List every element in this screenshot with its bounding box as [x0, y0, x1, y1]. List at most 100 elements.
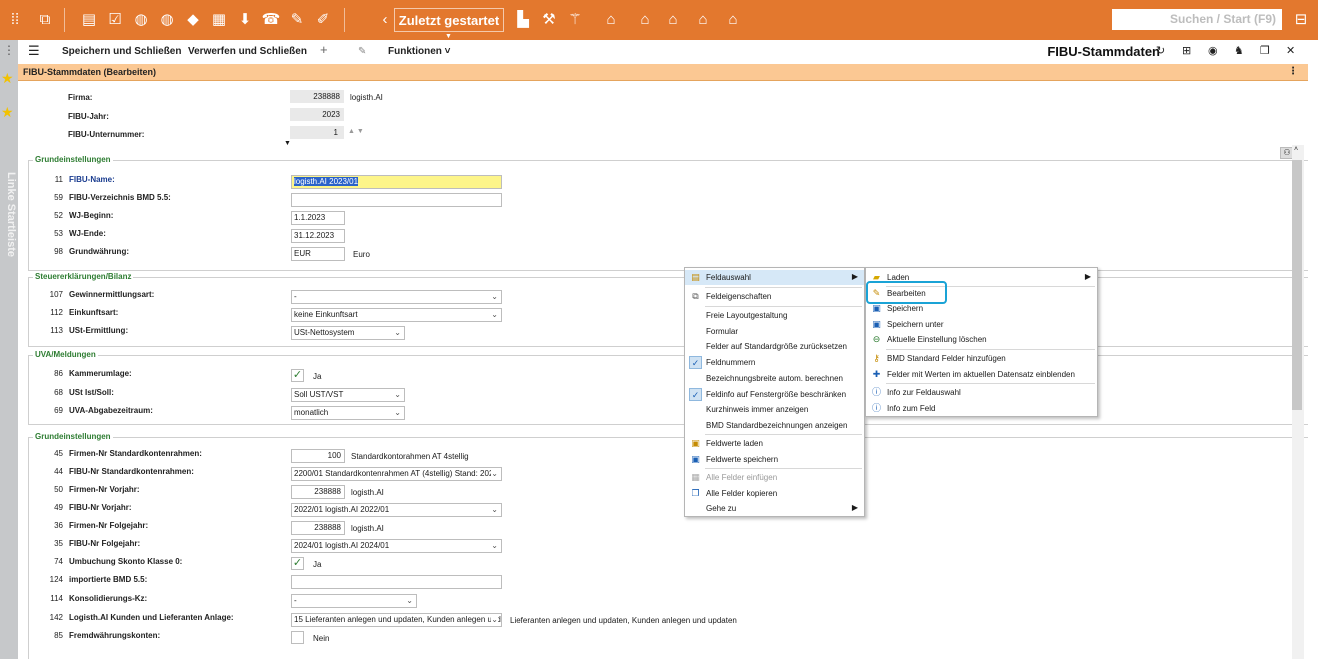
fibu-verzeichnis-input[interactable]	[291, 193, 502, 207]
globe-icon[interactable]: ◍	[130, 8, 152, 30]
chevron-down-icon: ⌄	[491, 614, 498, 626]
menu-item-kurzhinweis[interactable]: Kurzhinweis immer anzeigen	[685, 402, 864, 417]
kammerumlage-checkbox[interactable]: ✓	[291, 369, 304, 382]
menu-item-feldeigenschaften[interactable]: ⧉ Feldeigenschaften	[685, 289, 864, 304]
save-as-icon: ▣	[872, 319, 881, 329]
menu-item-bmd-standardbezeichnungen[interactable]: BMD Standardbezeichnungen anzeigen	[685, 418, 864, 433]
building-2-icon[interactable]: ⌂	[634, 8, 656, 30]
cube-icon[interactable]: ◆	[182, 8, 204, 30]
bug-icon[interactable]: ♞	[1234, 44, 1244, 57]
close-icon[interactable]: ✕	[1286, 44, 1295, 57]
menu-item-feldinfo-beschraenken[interactable]: ✓ Feldinfo auf Fenstergröße beschränken	[685, 387, 864, 402]
menu-item-freie-layoutgestaltung[interactable]: Freie Layoutgestaltung	[685, 308, 864, 323]
apps-grid-icon[interactable]: ⁞⁞	[4, 8, 26, 30]
target-icon[interactable]: ◉	[1208, 44, 1218, 57]
menu-item-feldwerte-speichern[interactable]: ▣ Feldwerte speichern	[685, 452, 864, 467]
fibu-nr-folgejahr-select[interactable]: 2024/01 logisth.AI 2024/01 ⌄	[291, 539, 502, 553]
left-start-bar-label[interactable]: Linke Startleiste	[1, 172, 17, 257]
checklist-icon[interactable]: ☑	[104, 8, 126, 30]
grip-icon[interactable]: ⋮	[3, 43, 15, 57]
menu-item-alle-felder-kopieren[interactable]: ❐ Alle Felder kopieren	[685, 486, 864, 501]
konsolidierungs-kz-select[interactable]: - ⌄	[291, 594, 417, 608]
menu-item-feldnummern[interactable]: ✓ Feldnummern	[685, 355, 864, 370]
stepper-icon[interactable]: ▲ ▼	[348, 128, 364, 135]
fibu-name-input[interactable]: logisth.AI 2023/01	[291, 175, 502, 189]
menu-item-info-feld[interactable]: ⓘ Info zum Feld	[866, 401, 1097, 416]
phone-icon[interactable]: ☎	[260, 8, 282, 30]
building-3-icon[interactable]: ⌂	[662, 8, 684, 30]
menu-item-bmd-standard-felder[interactable]: ⚷ BMD Standard Felder hinzufügen	[866, 351, 1097, 366]
chart-icon[interactable]: ▙	[512, 8, 534, 30]
functions-menu-button[interactable]: Funktionen ˅	[388, 46, 451, 57]
fremdwaehrungskonten-checkbox[interactable]	[291, 631, 304, 644]
einkunftsart-select[interactable]: keine Einkunftsart ⌄	[291, 308, 502, 322]
add-fields-icon: ✚	[872, 369, 881, 379]
fibu-nr-vorjahr-select[interactable]: 2022/01 logisth.AI 2022/01 ⌄	[291, 503, 502, 517]
highlight-box	[866, 281, 947, 304]
menu-item-alle-felder-einfuegen[interactable]: ▦ Alle Felder einfügen	[685, 470, 864, 485]
menu-item-einstellung-loeschen[interactable]: ⊖ Aktuelle Einstellung löschen	[866, 332, 1097, 347]
menu-item-felder-mit-werten[interactable]: ✚ Felder mit Werten im aktuellen Datensat…	[866, 367, 1097, 382]
firma-label: Firma:	[68, 93, 93, 102]
building-5-icon[interactable]: ⌂	[722, 8, 744, 30]
menu-item-info-feldauswahl[interactable]: ⓘ Info zur Feldauswahl	[866, 385, 1097, 400]
globe-2-icon[interactable]: ◍	[156, 8, 178, 30]
menu-item-feldauswahl[interactable]: ▤ Feldauswahl ▶	[685, 270, 864, 285]
more-options-icon[interactable]: ⋮	[1288, 66, 1298, 77]
add-icon[interactable]: +	[320, 42, 328, 57]
recent-started-button[interactable]: Zuletzt gestartet ▼	[394, 8, 504, 40]
hierarchy-icon[interactable]: ⊞	[1182, 44, 1191, 57]
table-icon[interactable]: ▦	[208, 8, 230, 30]
check-icon: ✓	[689, 356, 702, 369]
copy-icon: ❐	[691, 488, 700, 498]
scroll-up-icon[interactable]: ˄	[1294, 146, 1298, 153]
search-input[interactable]: Suchen / Start (F9)	[1112, 9, 1282, 30]
favorite-globe-icon[interactable]: ★	[1, 104, 14, 121]
tools-icon[interactable]: ⚒	[538, 8, 560, 30]
umbuchung-skonto-checkbox[interactable]: ✓	[291, 557, 304, 570]
wj-ende-input[interactable]: 31.12.2023	[291, 229, 345, 243]
chevron-right-icon: ▶	[1084, 272, 1091, 281]
pen-icon[interactable]: ✎	[286, 8, 308, 30]
window-pin-icon[interactable]: ⊟	[1290, 8, 1312, 30]
importierte-bmd-input[interactable]	[291, 575, 502, 589]
pencil-icon[interactable]: ✎	[358, 46, 366, 57]
wj-beginn-input[interactable]: 1.1.2023	[291, 211, 345, 225]
ust-ermittlung-select[interactable]: USt-Nettosystem ⌄	[291, 326, 405, 340]
vertical-scrollbar[interactable]: ˄	[1292, 145, 1304, 659]
building-4-icon[interactable]: ⌂	[692, 8, 714, 30]
kunden-lieferanten-anlage-select[interactable]: 15 Lieferanten anlegen und updaten, Kund…	[291, 613, 502, 627]
menu-item-feldwerte-laden[interactable]: ▣ Feldwerte laden	[685, 436, 864, 451]
menu-item-formular[interactable]: Formular	[685, 324, 864, 339]
discard-close-button[interactable]: Verwerfen und Schließen	[188, 46, 307, 57]
form-subtitle: FIBU-Stammdaten (Bearbeiten)	[23, 67, 157, 77]
chevron-left-icon[interactable]: ‹	[374, 8, 396, 30]
uva-abgabezeitraum-select[interactable]: monatlich ⌄	[291, 406, 405, 420]
document-icon[interactable]: ▤	[78, 8, 100, 30]
refresh-icon[interactable]: ↻	[1156, 44, 1165, 57]
edit-note-icon[interactable]: ✐	[312, 8, 334, 30]
firmen-nr-vorjahr-input[interactable]: 238888	[291, 485, 345, 499]
favorite-star-icon[interactable]: ★	[1, 70, 14, 87]
firmen-nr-folgejahr-input[interactable]: 238888	[291, 521, 345, 535]
menu-item-gehe-zu[interactable]: Gehe zu ▶	[685, 501, 864, 516]
firmen-nr-standardkontenrahmen-input[interactable]: 100	[291, 449, 345, 463]
grundwaehrung-input[interactable]: EUR	[291, 247, 345, 261]
page-title: FIBU-Stammdaten	[1047, 44, 1160, 59]
building-icon[interactable]: ⌂	[600, 8, 622, 30]
save-close-button[interactable]: Speichern und Schließen	[62, 46, 181, 57]
gewinnermittlungsart-select[interactable]: - ⌄	[291, 290, 502, 304]
restore-window-icon[interactable]: ❐	[1260, 44, 1270, 57]
window-switch-icon[interactable]: ⧉	[34, 8, 56, 30]
menu-item-speichern-unter[interactable]: ▣ Speichern unter	[866, 317, 1097, 332]
hamburger-menu-icon[interactable]: ☰	[28, 43, 40, 59]
scrollbar-thumb[interactable]	[1292, 160, 1302, 410]
fibu-unternummer-value[interactable]: 1	[290, 126, 344, 139]
download-icon[interactable]: ⬇	[234, 8, 256, 30]
fibu-nr-standardkontenrahmen-select[interactable]: 2200/01 Standardkontenrahmen AT (4stelli…	[291, 467, 502, 481]
info-icon: ⓘ	[871, 387, 881, 397]
ust-ist-soll-select[interactable]: Soll UST/VST ⌄	[291, 388, 405, 402]
menu-item-felder-zuruecksetzen[interactable]: Felder auf Standardgröße zurücksetzen	[685, 339, 864, 354]
menu-item-bezeichnungsbreite[interactable]: Bezeichnungsbreite autom. berechnen	[685, 371, 864, 386]
wand-icon[interactable]: ⚚	[564, 8, 586, 30]
